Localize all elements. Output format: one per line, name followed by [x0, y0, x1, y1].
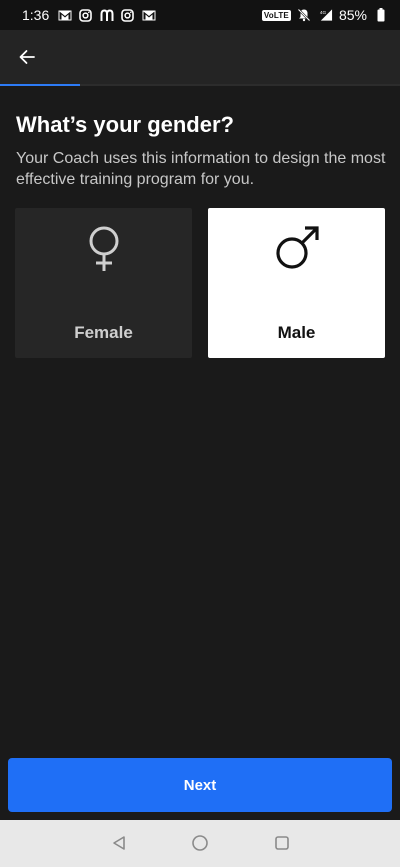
- gender-option-female[interactable]: Female: [15, 208, 192, 358]
- instagram-icon: [120, 8, 135, 22]
- back-button[interactable]: [10, 40, 44, 74]
- nav-back-icon[interactable]: [108, 832, 130, 854]
- battery-icon: [373, 8, 388, 22]
- m-app-icon: [99, 8, 114, 22]
- instagram-icon: [78, 8, 93, 22]
- system-nav-bar: [0, 820, 400, 867]
- nav-home-icon[interactable]: [189, 832, 211, 854]
- page-subtitle: Your Coach uses this information to desi…: [16, 150, 386, 188]
- male-symbol-icon: [275, 226, 319, 269]
- volte-badge: VoLTE: [261, 9, 291, 21]
- svg-text:4G: 4G: [320, 10, 327, 15]
- app-bar: [0, 30, 400, 84]
- next-button[interactable]: Next: [8, 758, 392, 812]
- status-bar: 1:36 VoLTE 4G 85%: [0, 0, 400, 30]
- mute-bell-icon: [297, 8, 312, 22]
- status-time: 1:36: [22, 7, 50, 23]
- page-title: What’s your gender?: [16, 112, 234, 137]
- gender-option-label: Female: [74, 323, 133, 342]
- back-arrow-icon: [19, 50, 35, 64]
- progress-bar: [0, 84, 400, 86]
- signal-4g-icon: 4G: [318, 8, 333, 22]
- progress-fill: [0, 84, 80, 86]
- nav-recents-icon[interactable]: [271, 832, 293, 854]
- battery-percent: 85%: [338, 7, 367, 23]
- status-left: 1:36: [22, 7, 156, 23]
- female-symbol-icon: [89, 226, 118, 271]
- gmail-icon: [141, 8, 156, 22]
- gender-option-label: Male: [277, 323, 316, 342]
- status-right: VoLTE 4G 85%: [261, 7, 388, 23]
- gmail-icon: [57, 8, 72, 22]
- gender-option-male[interactable]: Male: [208, 208, 385, 358]
